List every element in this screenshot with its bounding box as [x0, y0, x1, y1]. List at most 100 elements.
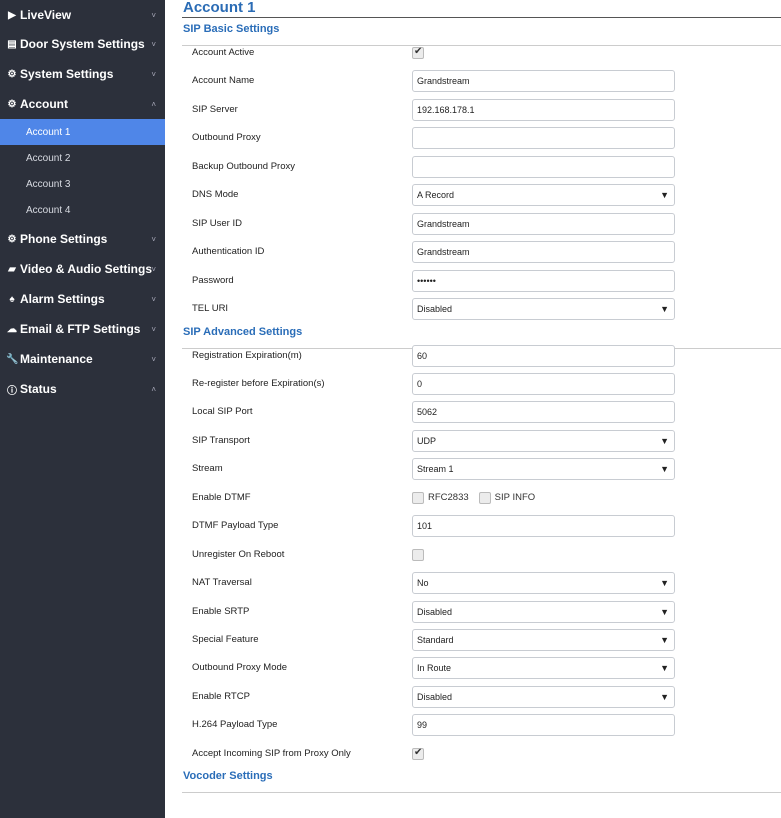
authentication-id-input[interactable]: Grandstream: [412, 241, 675, 264]
sidebar-item-label: Status: [20, 382, 57, 396]
account-active-field: [412, 46, 424, 59]
account-name-label: Account Name: [192, 75, 255, 87]
enable-srtp-value: Disabled: [417, 606, 453, 617]
chevron-icon: ˅: [151, 39, 156, 49]
unregister-on-reboot-checkbox[interactable]: [412, 548, 424, 561]
accept-incoming-sip-from-proxy-only-label: Accept Incoming SIP from Proxy Only: [192, 747, 351, 759]
dns-mode-select[interactable]: A Record ▼: [412, 184, 675, 207]
unregister-on-reboot-label: Unregister On Reboot: [192, 548, 285, 560]
chevron-icon: ˄: [151, 384, 156, 394]
nat-traversal-select[interactable]: No ▼: [412, 572, 675, 595]
sip-info-checkbox[interactable]: [478, 491, 491, 504]
enable-rtcp-select[interactable]: Disabled ▼: [412, 685, 675, 708]
sip-user-id-input[interactable]: Grandstream: [412, 212, 675, 235]
tel-uri-select[interactable]: Disabled ▼: [412, 298, 675, 321]
password-input[interactable]: ••••••: [412, 269, 675, 292]
section-title: Vocoder Settings: [183, 770, 273, 783]
chevron-icon: ˄: [151, 99, 156, 109]
unregister-on-reboot-field: [412, 548, 424, 561]
account-active-checkbox[interactable]: [412, 46, 424, 59]
chevron-icon: ˅: [151, 354, 156, 364]
re-register-before-expiration-s-label: Re-register before Expiration(s): [192, 377, 325, 389]
sidebar-item-phone-settings[interactable]: ⚙ Phone Settings ˅: [0, 224, 165, 254]
enable-dtmf-field: RFC2833 SIP INFO: [412, 491, 541, 504]
dtmf-payload-type-label: DTMF Payload Type: [192, 520, 279, 532]
stream-value: Stream 1: [417, 464, 454, 475]
account-name-value: Grandstream: [417, 76, 470, 87]
sidebar-item-maintenance[interactable]: 🔧 Maintenance ˅: [0, 344, 165, 374]
backup-outbound-proxy-input[interactable]: [412, 155, 675, 178]
nat-traversal-label: NAT Traversal: [192, 577, 252, 589]
tel-uri-label: TEL URI: [192, 303, 229, 315]
accept-incoming-sip-from-proxy-only-checkbox[interactable]: [412, 747, 424, 760]
sidebar-item-label: Maintenance: [20, 352, 93, 366]
backup-outbound-proxy-label: Backup Outbound Proxy: [192, 160, 295, 172]
account-active-label: Account Active: [192, 47, 255, 58]
sidebar-subitem-account-3[interactable]: Account 3: [0, 171, 165, 197]
dropdown-arrow-icon: ▼: [660, 435, 669, 446]
local-sip-port-label: Local SIP Port: [192, 406, 253, 418]
bell-icon: ♠: [9, 293, 15, 305]
sidebar-item-label: Alarm Settings: [20, 292, 105, 306]
dtmf-payload-type-input[interactable]: 101: [412, 515, 675, 538]
sip-transport-select[interactable]: UDP ▼: [412, 429, 675, 452]
sidebar-item-label: Email & FTP Settings: [20, 322, 141, 336]
special-feature-select[interactable]: Standard ▼: [412, 629, 675, 651]
re-register-before-expiration-s-input[interactable]: 0: [412, 372, 675, 395]
accept-incoming-sip-from-proxy-only-field: [412, 747, 424, 760]
section-title: SIP Advanced Settings: [183, 325, 303, 338]
password-value: ••••••: [417, 275, 436, 286]
enable-srtp-select[interactable]: Disabled ▼: [412, 600, 675, 623]
sidebar-subitem-account-4[interactable]: Account 4: [0, 197, 165, 223]
outbound-proxy-mode-label: Outbound Proxy Mode: [192, 662, 288, 674]
stream-select[interactable]: Stream 1 ▼: [412, 458, 675, 481]
sidebar-item-system-settings[interactable]: ⚙ System Settings ˅: [0, 59, 165, 89]
sidebar-item-door-system-settings[interactable]: ▤ Door System Settings ˅: [0, 29, 165, 59]
sidebar-item-email-ftp-settings[interactable]: ☁ Email & FTP Settings ˅: [0, 314, 165, 344]
sidebar-item-label: Door System Settings: [20, 37, 145, 51]
section-divider: [182, 792, 781, 794]
sip-info-label: SIP INFO: [494, 492, 536, 504]
sidebar-item-liveview[interactable]: ▶ LiveView ˅: [0, 0, 165, 30]
sidebar-subitem-account-2[interactable]: Account 2: [0, 145, 165, 171]
account-name-input[interactable]: Grandstream: [412, 70, 675, 93]
sidebar-item-label: LiveView: [20, 8, 72, 22]
gears-icon: ⚙: [7, 98, 17, 110]
enable-rtcp-label: Enable RTCP: [192, 690, 250, 702]
sidebar-item-alarm-settings[interactable]: ♠ Alarm Settings ˅: [0, 284, 165, 314]
chevron-icon: ˅: [151, 10, 156, 20]
sidebar-item-video-audio-settings[interactable]: ▰ Video & Audio Settings ˅: [0, 254, 165, 284]
section-title: SIP Basic Settings: [183, 23, 280, 35]
sidebar-item-label: Video & Audio Settings: [20, 262, 153, 276]
outbound-proxy-input[interactable]: [412, 127, 675, 150]
section-divider: [182, 45, 781, 46]
sip-user-id-value: Grandstream: [417, 218, 470, 229]
sidebar-item-account[interactable]: ⚙ Account ˄: [0, 89, 165, 119]
dtmf-payload-type-value: 101: [417, 521, 433, 532]
outbound-proxy-mode-select[interactable]: In Route ▼: [412, 657, 675, 680]
sip-server-label: SIP Server: [192, 103, 238, 115]
sip-server-input[interactable]: 192.168.178.1: [412, 98, 675, 121]
password-label: Password: [192, 274, 234, 286]
chevron-icon: ˅: [151, 294, 156, 304]
registration-expiration-m-value: 60: [417, 350, 428, 361]
local-sip-port-input[interactable]: 5062: [412, 401, 675, 424]
re-register-before-expiration-s-value: 0: [417, 378, 423, 389]
gears-icon: ⚙: [7, 233, 17, 245]
sidebar-subitem-account-1[interactable]: Account 1: [0, 119, 165, 145]
registration-expiration-m-input[interactable]: 60: [412, 344, 675, 367]
chevron-icon: ˅: [151, 324, 156, 334]
wrench-icon: 🔧: [6, 353, 19, 365]
sidebar-item-status[interactable]: ⓘ Status ˄: [0, 374, 165, 404]
gears-icon: ⚙: [7, 68, 17, 80]
h-264-payload-type-label: H.264 Payload Type: [192, 719, 278, 731]
special-feature-label: Special Feature: [192, 634, 259, 645]
dropdown-arrow-icon: ▼: [660, 606, 669, 617]
chevron-icon: ˅: [151, 69, 156, 79]
rfc2833-label: RFC2833: [428, 492, 469, 504]
dropdown-arrow-icon: ▼: [660, 663, 669, 674]
rfc2833-checkbox[interactable]: [412, 491, 424, 504]
h-264-payload-type-input[interactable]: 99: [412, 714, 675, 737]
nat-traversal-value: No: [417, 578, 429, 589]
dropdown-arrow-icon: ▼: [660, 190, 669, 201]
